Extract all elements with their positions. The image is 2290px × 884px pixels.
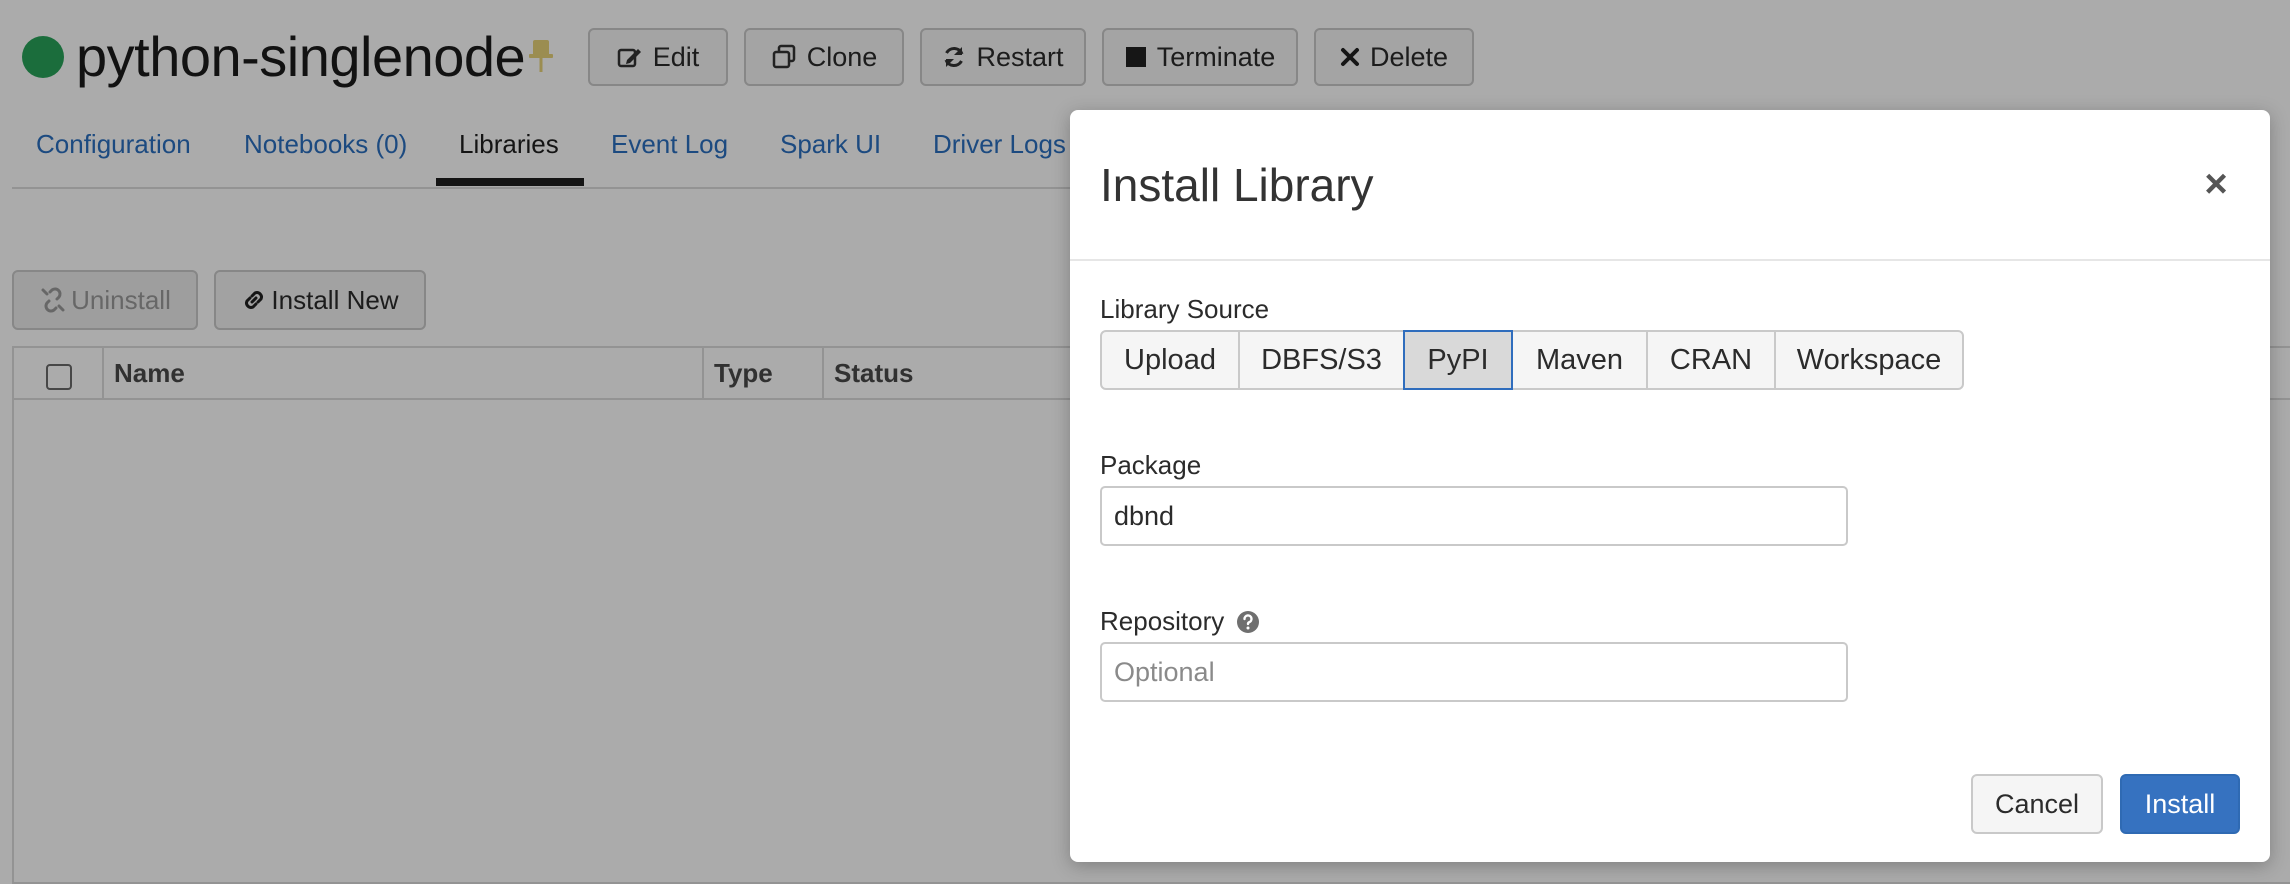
package-label: Package (1100, 450, 1202, 480)
dialog-header: Install Library × (1070, 110, 2270, 261)
package-input[interactable] (1100, 486, 1848, 546)
close-icon[interactable]: × (2194, 162, 2238, 206)
source-upload-button[interactable]: Upload (1100, 330, 1240, 390)
install-button[interactable]: Install (2120, 774, 2240, 834)
help-icon[interactable] (1236, 610, 1260, 634)
repository-label: Repository (1100, 606, 1225, 636)
library-source-label: Library Source (1100, 294, 1270, 324)
source-dbfs-s3-button[interactable]: DBFS/S3 (1238, 330, 1405, 390)
cancel-button[interactable]: Cancel (1971, 774, 2103, 834)
repository-input[interactable] (1100, 642, 1848, 702)
source-cran-button[interactable]: CRAN (1646, 330, 1776, 390)
source-maven-button[interactable]: Maven (1511, 330, 1648, 390)
library-source-selector: Upload DBFS/S3 PyPI Maven CRAN Workspace (1100, 330, 1964, 390)
install-library-dialog: Install Library × Library Source Upload … (1070, 110, 2270, 862)
source-workspace-button[interactable]: Workspace (1774, 330, 1964, 390)
dialog-title: Install Library (1100, 159, 1374, 211)
source-pypi-button[interactable]: PyPI (1403, 330, 1513, 390)
